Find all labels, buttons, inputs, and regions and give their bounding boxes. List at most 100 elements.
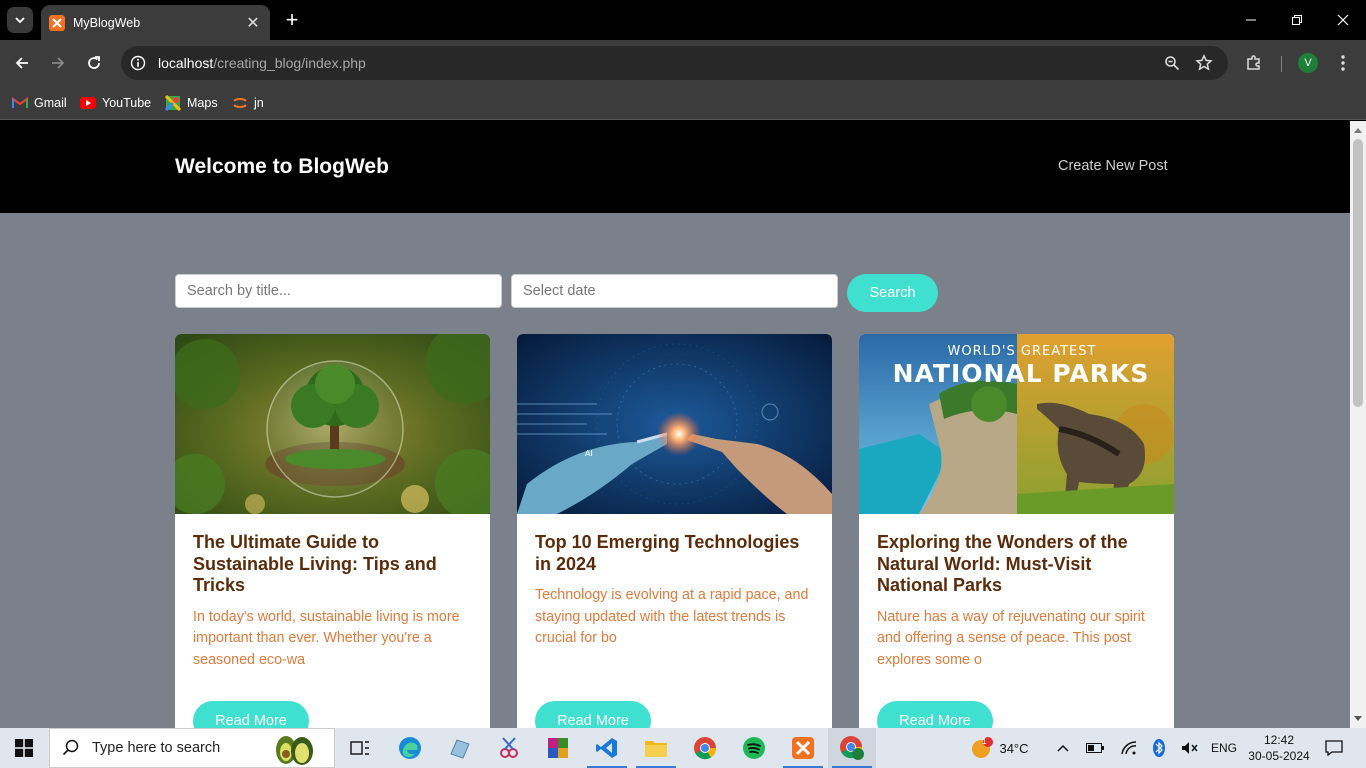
notifications-icon[interactable] [1320,728,1348,768]
bookmark-star-icon[interactable] [1190,49,1218,77]
page-viewport: Welcome to BlogWeb Create New Post Searc… [0,121,1350,728]
restore-icon [1292,15,1302,25]
read-more-button[interactable]: Read More [877,701,993,728]
back-arrow-icon [15,57,28,69]
snipping-tool-icon[interactable] [485,728,533,768]
chevron-down-icon [15,17,25,24]
reload-button[interactable] [80,49,108,77]
avocado-search-highlight-icon [276,736,313,765]
forward-button[interactable] [44,49,72,77]
bookmark-gmail[interactable]: Gmail [12,92,67,114]
battery-icon[interactable] [1082,728,1108,768]
wifi-icon[interactable] [1116,728,1142,768]
weather-widget[interactable]: 1 34°C [963,728,1035,768]
chevron-up-icon [1057,744,1069,752]
new-tab-button[interactable]: + [280,7,304,32]
restore-button[interactable] [1274,0,1320,40]
language-indicator[interactable]: ENG [1208,728,1240,768]
file-explorer-icon[interactable] [632,728,680,768]
bookmark-youtube[interactable]: YouTube [80,92,151,114]
show-hidden-icons-button[interactable] [1050,728,1076,768]
bluetooth-icon[interactable] [1146,728,1172,768]
clock[interactable]: 12:42 30-05-2024 [1244,732,1314,764]
image-heading: NATIONAL PARKS [893,359,1150,388]
image-subheading: WORLD'S GREATEST [948,344,1097,359]
start-button[interactable] [0,728,48,768]
search-icon [62,739,79,756]
xampp-icon [49,14,65,31]
scroll-up-arrow-icon[interactable] [1350,123,1366,137]
post-card: WORLD'S GREATEST NATIONAL PARKS Explorin… [859,334,1174,728]
close-tab-icon[interactable]: ✕ [243,13,263,33]
taskbar-search-box[interactable]: Type here to search [49,728,335,768]
search-date-input[interactable]: Select date [511,274,838,308]
xampp-taskbar-icon[interactable] [779,728,827,768]
bookmark-jn[interactable]: jn [232,92,264,114]
search-form: Search by title... Select date Search [175,274,975,312]
url-path: /creating_blog/index.php [213,55,366,71]
forward-arrow-icon [52,57,65,69]
maps-icon [165,95,181,111]
toolbar-divider [1281,56,1282,72]
zoom-icon[interactable] [1158,49,1186,77]
bookmark-label: Gmail [34,96,67,110]
tree-in-glass-sphere-image [175,334,490,514]
read-more-button[interactable]: Read More [193,701,309,728]
gmail-icon [12,95,28,111]
bookmark-maps[interactable]: Maps [165,92,218,114]
post-title: Top 10 Emerging Technologies in 2024 [535,532,800,574]
glass-app-icon[interactable] [435,728,483,768]
post-excerpt: Technology is evolving at a rapid pace, … [535,587,809,646]
chrome-icon[interactable] [681,728,729,768]
post-excerpt: Nature has a way of rejuvenating our spi… [877,608,1145,668]
page-scrollbar[interactable] [1350,121,1366,728]
ai-robot-hand-image: AI [517,334,832,514]
browser-tab[interactable]: MyBlogWeb ✕ [41,5,270,40]
reload-icon [88,56,100,69]
minimize-button[interactable] [1228,0,1274,40]
ai-image-label: AI [585,449,593,458]
browser-tab-bar: MyBlogWeb ✕ + [0,0,1366,40]
profile-button[interactable]: V [1294,49,1322,77]
chrome-profile-taskbar-icon[interactable] [828,728,876,768]
page-title: Welcome to BlogWeb [175,155,389,178]
weather-badge: 1 [982,737,987,746]
bookmark-label: YouTube [102,96,152,110]
search-button[interactable]: Search [847,274,938,312]
read-more-button[interactable]: Read More [535,701,651,728]
close-window-button[interactable] [1320,0,1366,40]
close-icon [1337,14,1349,26]
bookmark-label: jn [254,96,264,110]
winrar-icon[interactable] [534,728,582,768]
task-view-icon[interactable] [336,728,384,768]
youtube-icon [80,95,96,111]
vscode-icon[interactable] [583,728,631,768]
back-button[interactable] [8,49,36,77]
minimize-icon [1246,19,1256,21]
create-new-post-link[interactable]: Create New Post [1058,158,1168,174]
extensions-icon[interactable] [1240,49,1268,77]
browser-menu-icon[interactable] [1329,49,1357,77]
volume-muted-icon[interactable] [1177,728,1203,768]
taskbar-search-placeholder: Type here to search [92,740,221,756]
address-bar[interactable]: localhost/creating_blog/index.php [121,46,1228,80]
post-title: The Ultimate Guide to Sustainable Living… [193,532,437,595]
url-host: localhost [158,55,214,71]
post-card: AI Top 10 Emerging Technologies in 2024 … [517,334,832,728]
bookmark-label: Maps [187,96,218,110]
bookmarks-bar: Gmail YouTube Maps jn [0,86,1366,120]
avatar: V [1298,53,1318,73]
clock-time: 12:42 [1263,733,1295,747]
edge-icon[interactable] [386,728,434,768]
scroll-down-arrow-icon[interactable] [1350,712,1366,726]
weather-temp: 34°C [999,740,1029,756]
tab-search-button[interactable] [7,7,33,33]
search-title-input[interactable]: Search by title... [175,274,502,308]
clock-date: 30-05-2024 [1248,749,1310,763]
site-info-icon[interactable] [124,49,152,77]
site-header: Welcome to BlogWeb Create New Post [0,121,1350,213]
scrollbar-thumb[interactable] [1353,139,1363,407]
national-parks-image: WORLD'S GREATEST NATIONAL PARKS [859,334,1174,514]
spotify-icon[interactable] [730,728,778,768]
post-excerpt: In today's world, sustainable living is … [193,608,460,668]
